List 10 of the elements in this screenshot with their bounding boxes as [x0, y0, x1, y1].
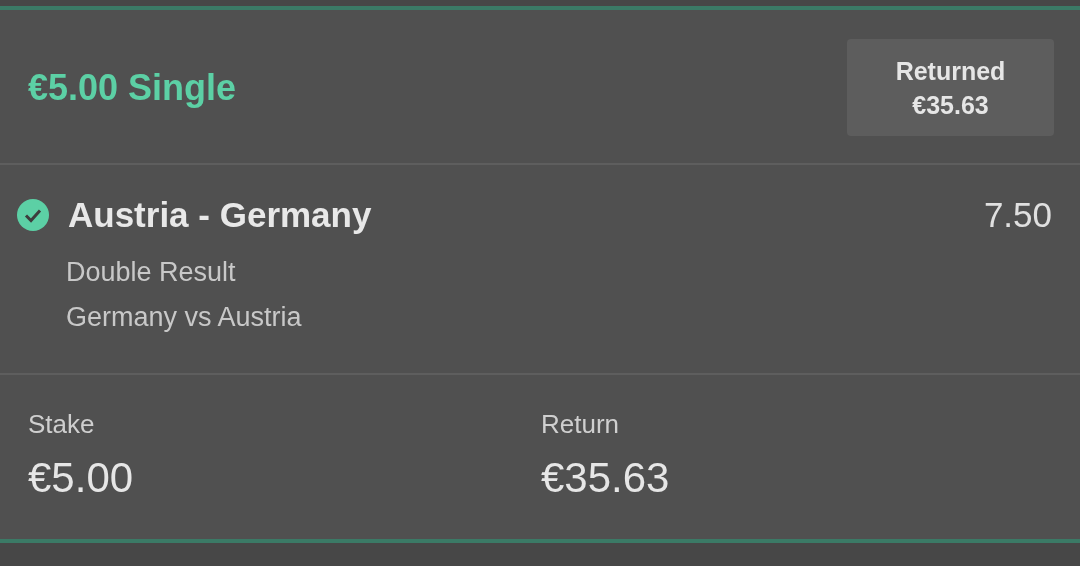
- market-name: Double Result: [66, 257, 237, 288]
- event-name: Austria - Germany: [68, 195, 373, 235]
- summary-label: Return: [541, 409, 621, 440]
- bet-title: €5.00 Single: [28, 66, 237, 109]
- summary-label: Stake: [28, 409, 96, 440]
- returned-badge: Returned €35.63: [847, 39, 1054, 136]
- outcome-name: Germany vs Austria: [66, 302, 303, 333]
- odds: 7.50: [983, 195, 1052, 235]
- summary-value: €5.00: [28, 454, 135, 502]
- summary-value: €35.63: [541, 454, 671, 502]
